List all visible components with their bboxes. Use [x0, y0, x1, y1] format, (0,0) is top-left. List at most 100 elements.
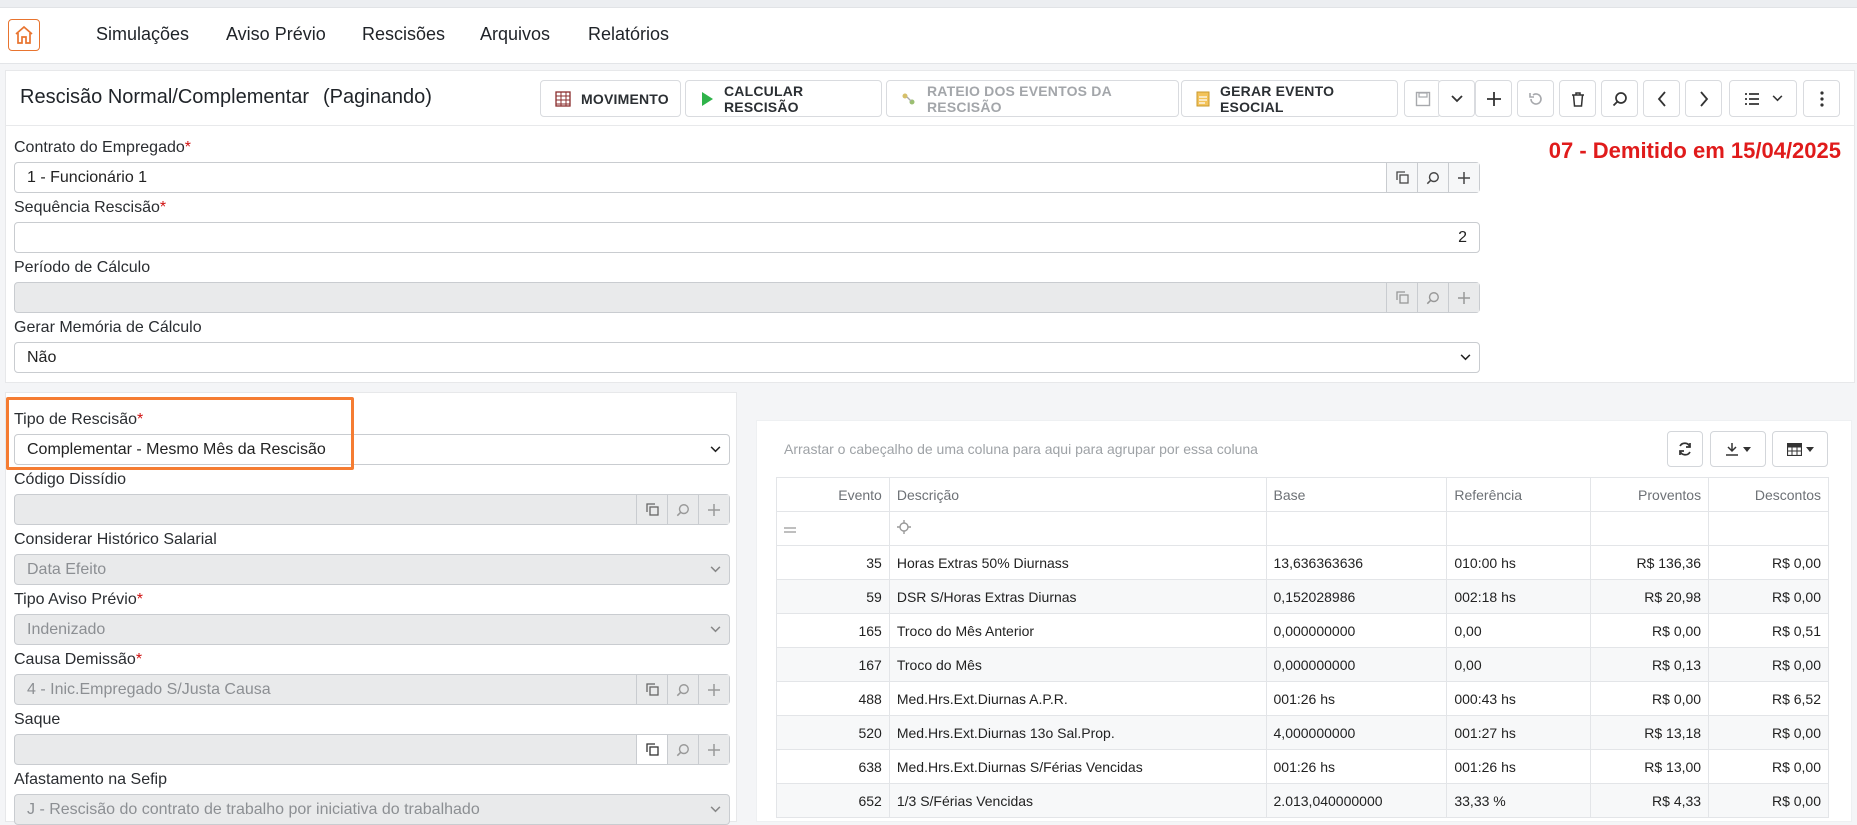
copy-icon	[1386, 283, 1417, 312]
lookup-search-icon	[667, 495, 698, 524]
filter-options-icon[interactable]	[896, 520, 911, 534]
nav-rescisoes[interactable]: Rescisões	[362, 24, 445, 45]
add-icon	[1448, 283, 1479, 312]
refresh-icon	[1679, 442, 1691, 456]
table-row[interactable]: 488 Med.Hrs.Ext.Diurnas A.P.R. 001:26 hs…	[776, 681, 1829, 716]
table-row[interactable]: 652 1/3 S/Férias Vencidas 2.013,04000000…	[776, 783, 1829, 818]
memoria-label: Gerar Memória de Cálculo	[14, 319, 202, 336]
document-icon	[1196, 91, 1210, 107]
table-row[interactable]: 167 Troco do Mês 0,000000000 0,00 R$ 0,1…	[776, 647, 1829, 682]
cell-descricao: Troco do Mês	[888, 647, 1267, 682]
cell-referencia: 002:18 hs	[1446, 579, 1592, 614]
column-header-evento[interactable]: Evento	[776, 477, 890, 512]
home-button[interactable]	[8, 19, 40, 51]
chevron-down-icon	[1772, 95, 1782, 102]
home-icon	[15, 25, 33, 44]
distribute-icon	[901, 91, 917, 107]
nav-aviso-previo[interactable]: Aviso Prévio	[226, 24, 326, 45]
copy-icon[interactable]	[636, 735, 667, 764]
dissidio-field	[14, 494, 730, 525]
cell-proventos: R$ 13,18	[1590, 715, 1710, 750]
page-title-text: Rescisão Normal/Complementar	[20, 86, 309, 108]
cell-evento: 59	[776, 579, 890, 614]
add-icon[interactable]	[1448, 163, 1479, 192]
column-header-base[interactable]: Base	[1265, 477, 1448, 512]
table-row[interactable]: 35 Horas Extras 50% Diurnass 13,63636363…	[776, 545, 1829, 580]
gerar-label: GERAR EVENTO ESOCIAL	[1220, 82, 1335, 115]
search-button[interactable]	[1601, 80, 1638, 117]
copy-icon[interactable]	[636, 495, 667, 524]
nav-relatorios[interactable]: Relatórios	[588, 24, 669, 45]
sequencia-field[interactable]: 2	[14, 222, 1480, 253]
column-chooser-button[interactable]	[1772, 431, 1828, 467]
next-button[interactable]	[1685, 80, 1722, 117]
filter-equals-icon[interactable]	[784, 526, 796, 534]
list-icon	[1744, 92, 1759, 105]
list-view-button[interactable]	[1729, 80, 1797, 117]
filter-cell[interactable]	[776, 511, 890, 546]
cell-descricao: DSR S/Horas Extras Diurnas	[888, 579, 1267, 614]
historico-select: Data Efeito	[14, 554, 730, 585]
cell-descontos: R$ 0,00	[1708, 783, 1829, 818]
add-icon	[698, 495, 729, 524]
contrato-field[interactable]: 1 - Funcionário 1	[14, 162, 1480, 193]
table-row[interactable]: 165 Troco do Mês Anterior 0,000000000 0,…	[776, 613, 1829, 648]
movimento-button[interactable]: MOVIMENTO	[540, 80, 681, 117]
column-header-proventos[interactable]: Proventos	[1590, 477, 1710, 512]
table-icon	[1786, 442, 1802, 456]
more-button[interactable]	[1803, 80, 1840, 117]
column-header-referencia[interactable]: Referência	[1446, 477, 1592, 512]
save-dropdown-button[interactable]	[1438, 80, 1475, 117]
copy-icon[interactable]	[636, 675, 667, 704]
lookup-search-icon[interactable]	[1417, 163, 1448, 192]
top-strip	[0, 0, 1857, 8]
header-divider	[5, 125, 1855, 126]
column-header-descontos[interactable]: Descontos	[1708, 477, 1829, 512]
chevron-down-icon	[701, 446, 729, 453]
filter-cell[interactable]	[1590, 511, 1710, 546]
grid-icon	[555, 90, 571, 107]
nav-arquivos[interactable]: Arquivos	[480, 24, 550, 45]
calcular-rescisao-button[interactable]: CALCULAR RESCISÃO	[685, 80, 882, 117]
causa-value: 4 - Inic.Empregado S/Justa Causa	[27, 680, 271, 698]
filter-cell[interactable]	[1265, 511, 1448, 546]
column-header-descricao[interactable]: Descrição	[888, 477, 1267, 512]
filter-cell[interactable]	[1708, 511, 1829, 546]
cell-evento: 520	[776, 715, 890, 750]
cell-descontos: R$ 0,51	[1708, 613, 1829, 648]
trash-icon	[1571, 91, 1584, 107]
memoria-select[interactable]: Não	[14, 342, 1480, 373]
table-row[interactable]: 520 Med.Hrs.Ext.Diurnas 13o Sal.Prop. 4,…	[776, 715, 1829, 750]
export-button[interactable]	[1710, 431, 1766, 467]
filter-cell[interactable]	[888, 511, 1267, 546]
cell-evento: 35	[776, 545, 890, 580]
save-button[interactable]	[1404, 80, 1441, 117]
page-title: Rescisão Normal/Complementar (Paginando)	[20, 86, 432, 109]
periodo-field	[14, 282, 1480, 313]
nav-simulacoes[interactable]: Simulações	[96, 24, 189, 45]
historico-value: Data Efeito	[27, 560, 107, 578]
add-button[interactable]	[1475, 80, 1512, 117]
cell-descontos: R$ 0,00	[1708, 647, 1829, 682]
cell-base: 2.013,040000000	[1265, 783, 1448, 818]
cell-referencia: 001:27 hs	[1446, 715, 1592, 750]
cell-proventos: R$ 0,00	[1590, 613, 1710, 648]
filter-cell[interactable]	[1446, 511, 1592, 546]
table-row[interactable]: 638 Med.Hrs.Ext.Diurnas S/Férias Vencida…	[776, 749, 1829, 784]
sefip-select: J - Rescisão do contrato de trabalho por…	[14, 794, 730, 825]
rateio-eventos-button[interactable]: RATEIO DOS EVENTOS DA RESCISÃO	[886, 80, 1179, 117]
kebab-icon	[1819, 90, 1824, 107]
table-row[interactable]: 59 DSR S/Horas Extras Diurnas 0,15202898…	[776, 579, 1829, 614]
copy-icon[interactable]	[1386, 163, 1417, 192]
chevron-down-icon	[701, 626, 729, 633]
previous-button[interactable]	[1643, 80, 1680, 117]
causa-label: Causa Demissão*	[14, 651, 143, 668]
chevron-right-icon	[1699, 90, 1708, 107]
chevron-left-icon	[1657, 90, 1666, 107]
refresh-button[interactable]	[1667, 431, 1703, 467]
filter-row	[776, 511, 1829, 546]
undo-button[interactable]	[1517, 80, 1554, 117]
chevron-down-icon	[701, 566, 729, 573]
gerar-evento-esocial-button[interactable]: GERAR EVENTO ESOCIAL	[1181, 80, 1398, 117]
delete-button[interactable]	[1559, 80, 1596, 117]
